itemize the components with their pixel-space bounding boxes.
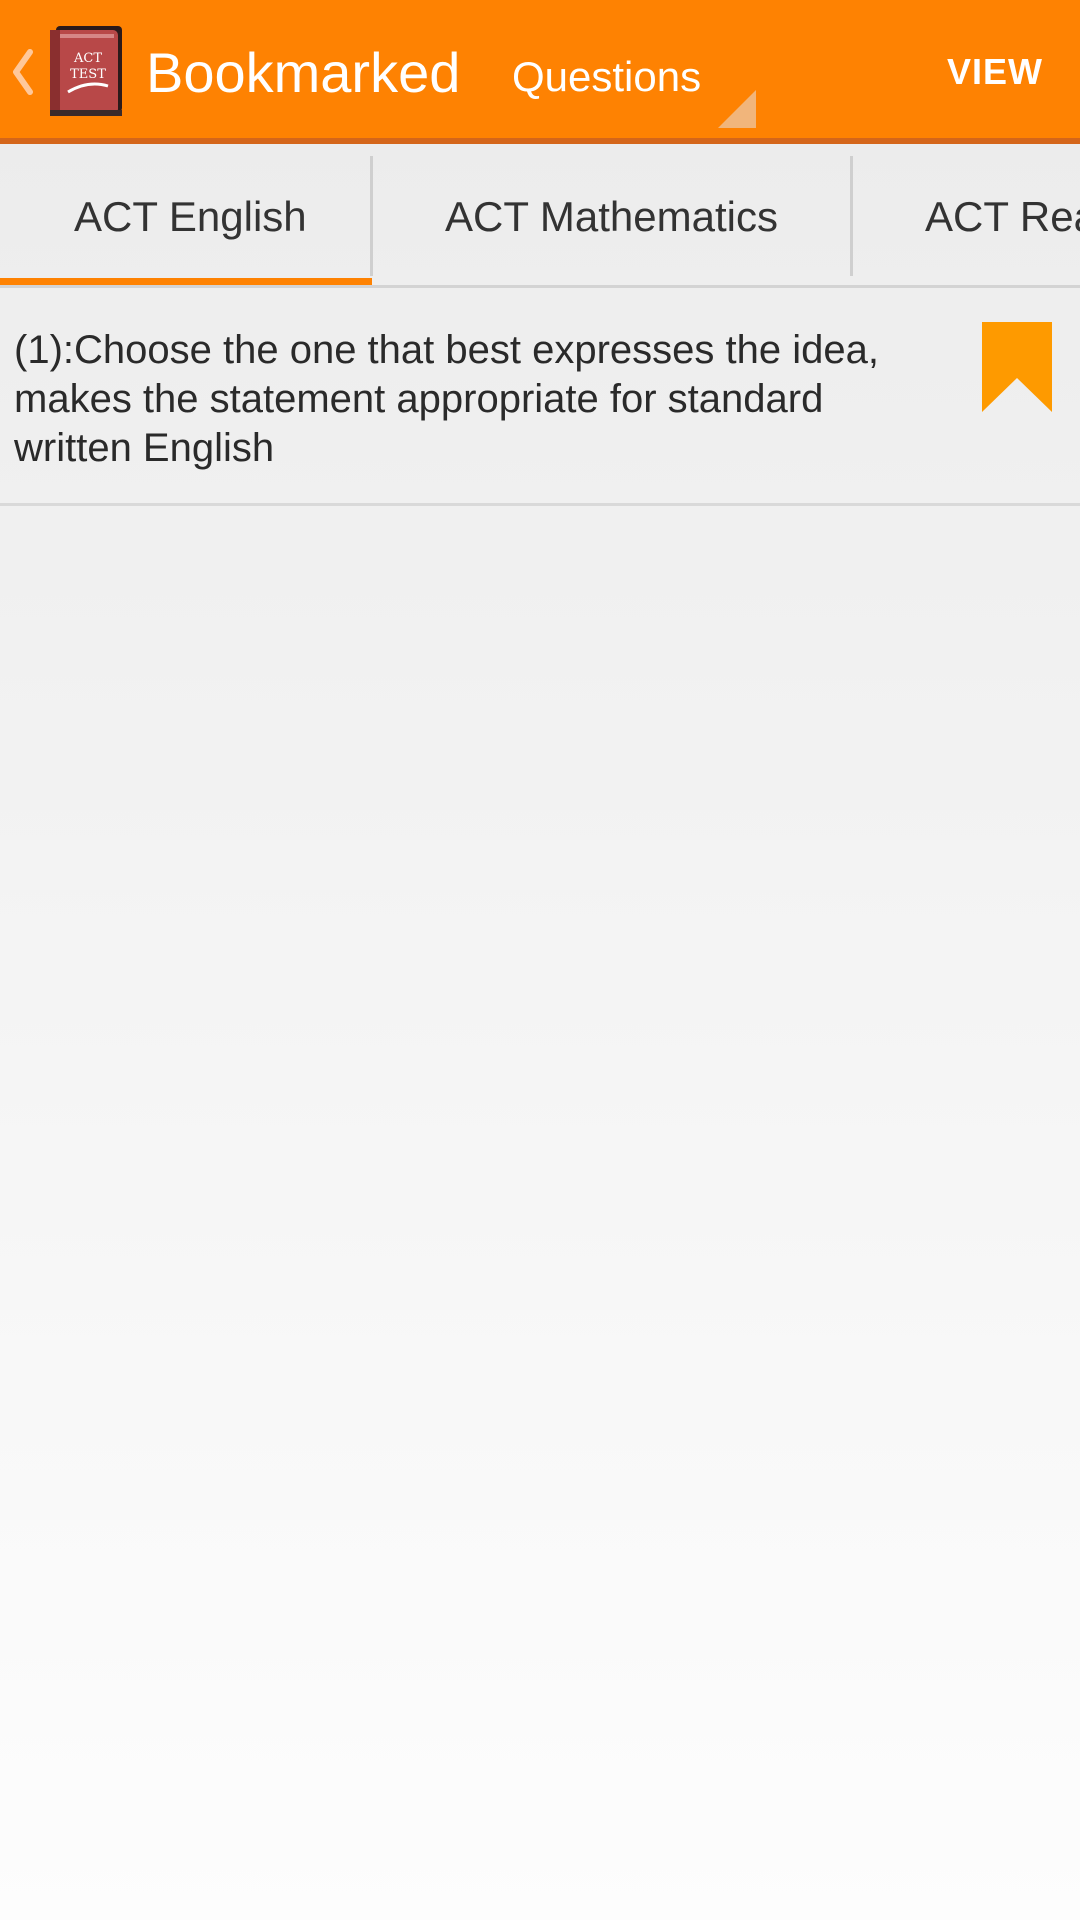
tab-label: ACT Mathematics [445,193,778,240]
spinner-selected-value: Questions [512,53,702,100]
selected-tab-indicator [0,278,372,285]
back-chevron-icon[interactable] [10,48,34,96]
question-type-spinner[interactable]: Questions [500,30,762,130]
tab-act-english[interactable]: ACT English [0,144,372,285]
app-book-icon[interactable]: ACT TEST [42,22,128,118]
app-icon-text-act: ACT [73,51,102,66]
action-bar: ACT TEST Bookmarked Questions VIEW [0,0,1080,144]
subject-tab-bar: ACT English ACT Mathematics ACT Reading [0,144,1080,288]
view-button[interactable]: VIEW [920,34,1070,110]
bookmarked-question-item[interactable]: (1):Choose the one that best expresses t… [0,288,1080,506]
tab-act-mathematics[interactable]: ACT Mathematics [373,144,851,285]
question-text: (1):Choose the one that best expresses t… [14,328,879,470]
tab-act-reading[interactable]: ACT Reading [853,144,1080,285]
bookmark-icon[interactable] [982,322,1052,412]
view-button-label: VIEW [946,51,1043,92]
tab-label: ACT Reading [925,193,1080,240]
tab-label: ACT English [74,193,307,240]
spinner-corner-icon [718,90,756,128]
screen-title: Bookmarked [146,41,461,104]
app-icon-text-test: TEST [70,67,106,82]
